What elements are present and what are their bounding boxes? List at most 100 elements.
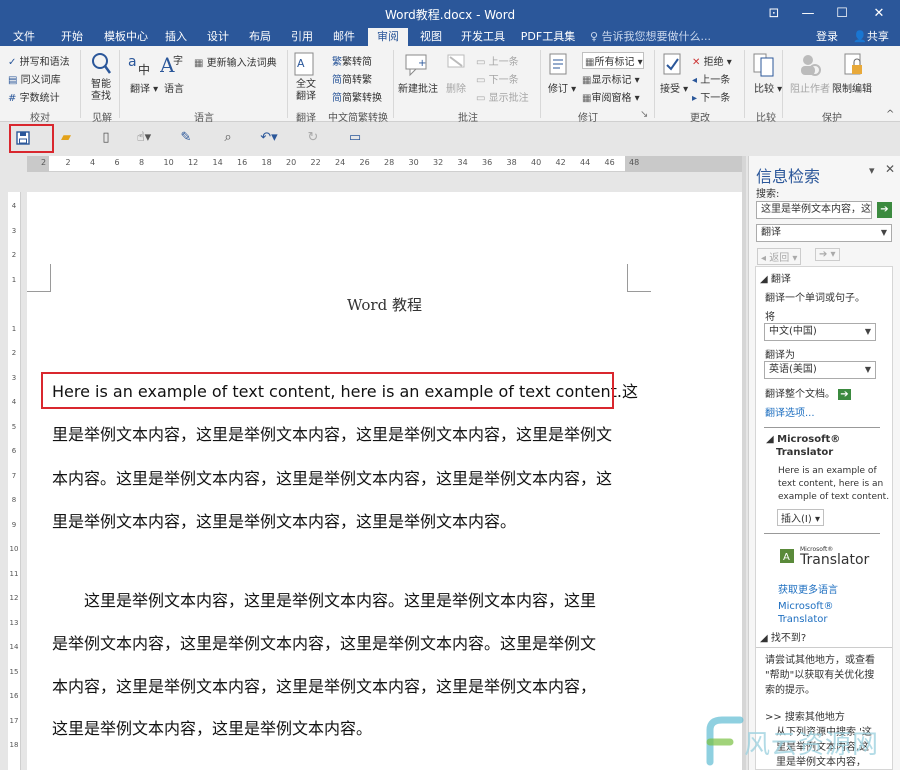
previous-change-button[interactable]: ◂ 上一条 <box>692 71 730 86</box>
ruler-tick-label: 16 <box>237 158 248 167</box>
show-markup-label: 显示标记 <box>591 75 632 86</box>
language-label: 语言 <box>164 84 184 95</box>
search-input[interactable]: 这里是举例文本内容，这 <box>756 201 872 219</box>
ribbon-tabs: 文件 开始 模板中心 插入 设计 布局 引用 邮件 审阅 视图 开发工具 PDF… <box>0 28 900 46</box>
translate-document-label: 翻译整个文档。 <box>765 389 835 400</box>
show-comments-button[interactable]: ▭ 显示批注 <box>476 89 529 104</box>
from-language-select[interactable]: 中文(中国) ▼ <box>764 323 876 341</box>
tab-view[interactable]: 视图 <box>413 28 449 46</box>
reject-button[interactable]: ✕ 拒绝 ▾ <box>692 53 732 68</box>
full-translate-label-1: 全文 <box>296 79 316 90</box>
translate-button[interactable]: 翻译 ▾ <box>130 80 158 95</box>
close-button[interactable]: ✕ <box>862 0 896 28</box>
new-comment-button[interactable]: 新建批注 <box>398 80 438 95</box>
full-translate-button[interactable]: 全文 翻译 <box>294 79 318 103</box>
tell-me-box[interactable]: ♀ 告诉我您想要做什么... <box>590 28 750 46</box>
language-icon: A字 <box>160 53 183 76</box>
search-tips-line: "帮助"以获取有关优化搜 <box>765 670 875 681</box>
thesaurus-button[interactable]: ▤ 同义词库 <box>8 71 61 86</box>
close-pane-button[interactable]: ✕ <box>885 162 895 176</box>
translate-options-link[interactable]: 翻译选项... <box>765 404 815 419</box>
track-changes-button[interactable]: 修订 ▾ <box>548 80 576 95</box>
translate-section-header[interactable]: ◢ 翻译 <box>760 270 791 285</box>
tab-template-center[interactable]: 模板中心 <box>96 28 156 46</box>
tab-design[interactable]: 设计 <box>200 28 236 46</box>
previous-comment-label: 上一条 <box>488 57 519 68</box>
new-doc-icon[interactable]: ▯ <box>95 128 117 148</box>
ruler-tick-label: 14 <box>212 158 223 167</box>
block-authors-button[interactable]: 阻止作者 <box>790 80 830 95</box>
touch-mode-icon[interactable]: ☝▾ <box>133 128 155 148</box>
translate-document-button[interactable]: 翻译整个文档。 ➔ <box>765 385 851 400</box>
minimize-button[interactable]: — <box>791 0 825 28</box>
to-language-select[interactable]: 英语(美国) ▼ <box>764 361 876 379</box>
print-preview-icon[interactable]: ⌕ <box>217 128 239 148</box>
simplified-to-traditional-button[interactable]: 简简转繁 <box>332 71 372 86</box>
ribbon-display-button[interactable]: ⊡ <box>757 0 791 28</box>
tab-file[interactable]: 文件 <box>6 28 42 46</box>
next-change-button[interactable]: ▸ 下一条 <box>692 89 730 104</box>
customize-icon[interactable]: ▭ <box>344 128 366 148</box>
tab-references[interactable]: 引用 <box>284 28 320 46</box>
vertical-scrollbar[interactable] <box>742 156 746 770</box>
update-ime-button[interactable]: ▦ 更新输入法词典 <box>194 54 277 69</box>
tracking-options-launcher[interactable]: ↘ <box>640 109 648 120</box>
tab-layout[interactable]: 布局 <box>242 28 278 46</box>
ms-translator-heading[interactable]: ◢ Microsoft® Translator <box>766 433 840 459</box>
vertical-ruler: 4 3 2 1 1 2 3 4 5 6 7 8 9 10 11 12 13 14 15 16 17 18 <box>8 192 21 770</box>
share-button[interactable]: 👤共享 <box>848 28 894 46</box>
compare-button[interactable]: 比较 ▾ <box>754 80 782 95</box>
maximize-button[interactable]: ☐ <box>825 0 859 28</box>
smart-lookup-button[interactable]: 智能 查找 <box>88 79 114 103</box>
save-highlight-box <box>9 124 54 153</box>
tab-home[interactable]: 开始 <box>50 28 94 46</box>
login-link[interactable]: 登录 <box>812 28 842 46</box>
group-comments: 批注 <box>458 113 478 124</box>
get-more-languages-link[interactable]: 获取更多语言 <box>778 581 838 596</box>
collapse-ribbon-button[interactable]: ^ <box>886 109 894 120</box>
word-count-button[interactable]: # 字数统计 <box>8 89 60 104</box>
ruler-tick-label: 22 <box>310 158 321 167</box>
convert-label: 简繁转换 <box>342 93 382 104</box>
to-simplified-label: 繁转简 <box>342 57 372 68</box>
reject-label: 拒绝 <box>703 57 724 68</box>
start-search-button[interactable]: ➔ <box>877 202 892 218</box>
back-button[interactable]: ◂ 返回 ▾ <box>757 248 802 265</box>
ruler-tick-label: 4 <box>11 202 17 210</box>
reviewing-pane-button[interactable]: ▦审阅窗格 ▾ <box>582 89 640 104</box>
accept-button[interactable]: 接受 ▾ <box>660 80 688 95</box>
markup-dropdown[interactable]: ▦所有标记 ▾ <box>582 52 644 69</box>
tab-developer[interactable]: 开发工具 <box>455 28 511 46</box>
tab-pdf-tools[interactable]: PDF工具集 <box>516 28 580 46</box>
group-proofing: 校对 <box>30 113 50 124</box>
ms-translator-link[interactable]: Microsoft® Translator <box>778 600 834 626</box>
redo-icon[interactable]: ↻ <box>302 128 324 148</box>
not-found-header[interactable]: ◢ 找不到? <box>760 629 806 644</box>
open-folder-icon[interactable]: ▰ <box>55 128 77 148</box>
undo-icon[interactable]: ↶▾ <box>258 128 280 148</box>
ruler-tick-label: 28 <box>384 158 395 167</box>
show-markup-button[interactable]: ▦显示标记 ▾ <box>582 71 640 86</box>
simp-trad-convert-button[interactable]: 简简繁转换 <box>332 89 382 104</box>
next-comment-button[interactable]: ▭ 下一条 <box>476 71 519 86</box>
document-page[interactable]: Word 教程 Here is an example of text conte… <box>27 192 742 770</box>
pane-options-button[interactable]: ▾ <box>869 164 875 177</box>
tab-mailings[interactable]: 邮件 <box>326 28 362 46</box>
group-separator <box>782 50 783 118</box>
language-button[interactable]: 语言 <box>164 80 184 95</box>
tab-review[interactable]: 审阅 <box>368 28 408 46</box>
tab-insert[interactable]: 插入 <box>158 28 194 46</box>
insert-label: 插入(I) <box>781 514 812 525</box>
insert-button[interactable]: 插入(I) ▾ <box>777 509 824 526</box>
forward-button[interactable]: ➔ ▾ <box>815 248 840 261</box>
service-dropdown[interactable]: 翻译 ▼ <box>756 224 892 242</box>
group-separator <box>654 50 655 118</box>
paragraph-line: 本内容，这里是举例文本内容，这里是举例文本内容，这里是举例文本内容， <box>52 677 597 696</box>
spelling-icon[interactable]: ✎ <box>175 128 197 148</box>
thesaurus-icon: ▤ <box>8 75 18 86</box>
traditional-to-simplified-button[interactable]: 繁繁转简 <box>332 53 372 68</box>
delete-comment-button[interactable]: 删除 <box>446 80 466 95</box>
spelling-grammar-button[interactable]: ✓ 拼写和语法 <box>8 53 70 68</box>
restrict-editing-button[interactable]: 限制编辑 <box>832 80 872 95</box>
previous-comment-button[interactable]: ▭ 上一条 <box>476 53 519 68</box>
